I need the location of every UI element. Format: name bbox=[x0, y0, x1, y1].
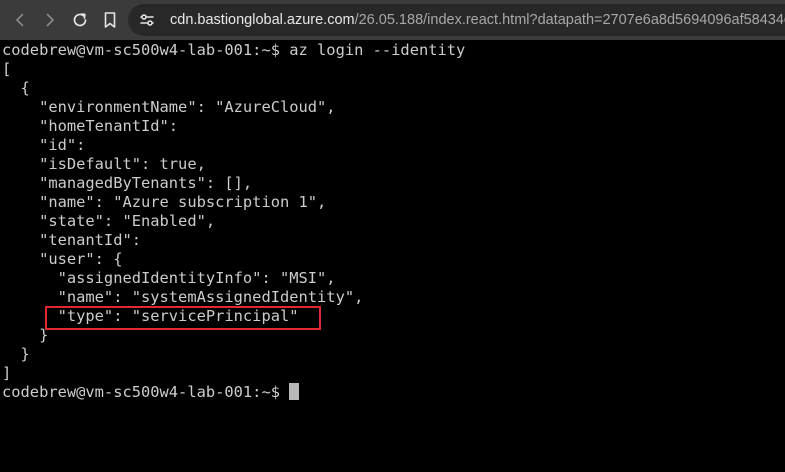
terminal-output-line: { bbox=[2, 79, 30, 97]
terminal-prompt-line[interactable]: codebrew@vm-sc500w4-lab-001:~$ bbox=[2, 383, 300, 402]
reload-button[interactable] bbox=[68, 8, 92, 32]
terminal-output-line: "state": "Enabled", bbox=[2, 212, 216, 230]
address-bar[interactable]: cdn.bastionglobal.azure.com/26.05.188/in… bbox=[128, 4, 785, 36]
terminal-output-line: "name": "Azure subscription 1", bbox=[2, 193, 327, 211]
reload-icon bbox=[73, 13, 87, 27]
url-path: /26.05.188/index.react.html?datapath=270… bbox=[354, 12, 785, 28]
terminal-output-line: "id": bbox=[2, 136, 86, 154]
forward-button[interactable] bbox=[38, 8, 62, 32]
terminal-output-line: "assignedIdentityInfo": "MSI", bbox=[2, 269, 336, 287]
terminal-output-line: "tenantId": bbox=[2, 231, 141, 249]
browser-toolbar: cdn.bastionglobal.azure.com/26.05.188/in… bbox=[0, 0, 785, 40]
terminal-output-line: "managedByTenants": [], bbox=[2, 174, 253, 192]
terminal-output-line: "environmentName": "AzureCloud", bbox=[2, 98, 336, 116]
back-button[interactable] bbox=[8, 8, 32, 32]
highlight-annotation-box bbox=[45, 306, 321, 330]
terminal-window[interactable]: codebrew@vm-sc500w4-lab-001:~$ az login … bbox=[0, 40, 785, 472]
url-host: cdn.bastionglobal.azure.com bbox=[170, 12, 355, 28]
terminal-output-line: [ bbox=[2, 60, 12, 78]
bookmark-icon bbox=[104, 12, 116, 28]
site-settings-icon bbox=[140, 14, 154, 26]
terminal-output-line: "homeTenantId": bbox=[2, 117, 179, 135]
terminal-command-line: codebrew@vm-sc500w4-lab-001:~$ az login … bbox=[2, 41, 466, 59]
chevron-right-icon bbox=[46, 13, 54, 27]
terminal-output-line: "isDefault": true, bbox=[2, 155, 206, 173]
terminal-output-line: } bbox=[2, 345, 30, 363]
terminal-output-line: ] bbox=[2, 364, 12, 382]
terminal-output-line: "name": "systemAssignedIdentity", bbox=[2, 288, 364, 306]
site-info-button[interactable] bbox=[138, 11, 156, 29]
chevron-left-icon bbox=[16, 13, 24, 27]
terminal-output-line: "user": { bbox=[2, 250, 123, 268]
terminal-cursor bbox=[289, 383, 300, 400]
terminal-prompt: codebrew@vm-sc500w4-lab-001:~$ bbox=[2, 383, 290, 401]
url-text[interactable]: cdn.bastionglobal.azure.com/26.05.188/in… bbox=[170, 4, 785, 36]
bookmark-button[interactable] bbox=[98, 8, 122, 32]
terminal-output-line: } bbox=[2, 326, 49, 344]
